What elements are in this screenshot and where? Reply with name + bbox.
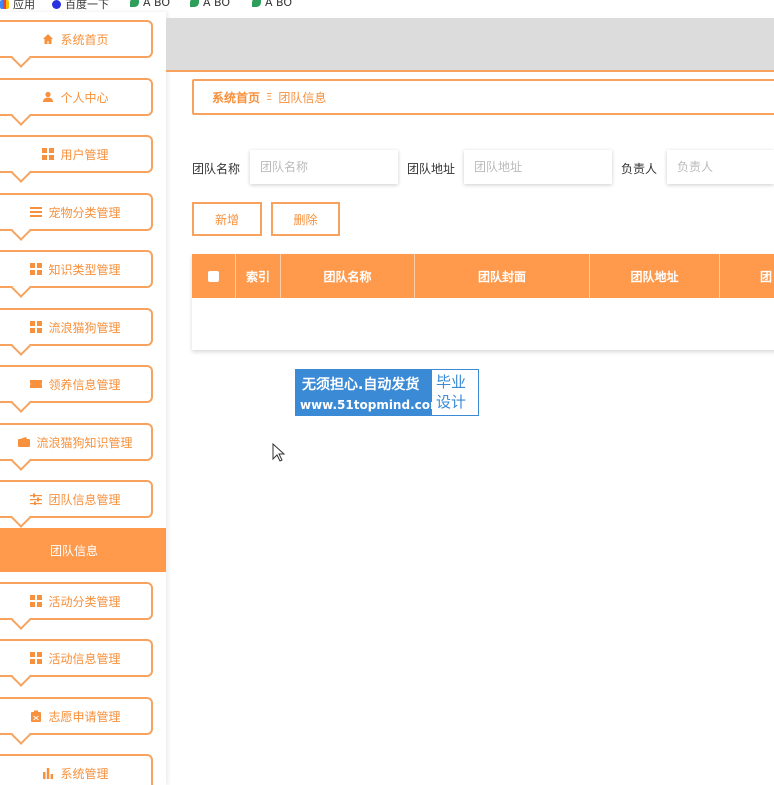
watermark-tag: 毕业 设计 [436, 372, 466, 412]
team-name-label: 团队名称 [192, 162, 241, 176]
bookmark-label: 应用 [13, 0, 35, 11]
leaf-icon [130, 0, 139, 7]
watermark-url: www.51topmind.com [300, 398, 443, 412]
apps-grid-icon [0, 0, 9, 9]
grid-icon [42, 148, 55, 160]
submenu-item-team-info[interactable]: 团队信息 [0, 528, 166, 572]
table-header: 索引 团队名称 团队封面 团队地址 团 [192, 254, 774, 298]
grid-icon [30, 321, 43, 333]
select-all-checkbox[interactable] [208, 270, 219, 282]
ticket-icon [30, 380, 43, 388]
watermark-left: 无须担心.自动发货 www.51topmind.com [296, 370, 443, 415]
sidebar-item-pet-knowledge[interactable]: 流浪猫狗知识管理 [0, 423, 153, 471]
sidebar-item-team-info[interactable]: 团队信息管理 [0, 480, 153, 528]
bookmark-baidu[interactable]: 百度一下 [52, 0, 109, 12]
team-table: 索引 团队名称 团队封面 团队地址 团 [192, 254, 774, 350]
watermark-tag2: 设计 [436, 393, 467, 411]
sidebar-item-label: 领养信息管理 [48, 377, 121, 392]
sidebar-item-stray-pets[interactable]: 流浪猫狗管理 [0, 308, 153, 356]
sidebar-item-knowledge-type[interactable]: 知识类型管理 [0, 250, 153, 298]
owner-label: 负责人 [621, 162, 658, 176]
sidebar-item-label: 用户管理 [60, 147, 109, 162]
column-header: 团 [760, 269, 773, 284]
team-address-input[interactable] [464, 150, 612, 184]
sidebar-item-label: 系统管理 [60, 766, 109, 781]
bookmarks-bar: 应用 百度一下 A BO A BO A BO [0, 0, 774, 12]
top-header [166, 18, 774, 70]
sidebar-item-label: 宠物分类管理 [48, 205, 121, 220]
sidebar-item-label: 流浪猫狗管理 [48, 320, 121, 335]
sidebar-item-label: 系统首页 [60, 32, 109, 47]
bookmark-abo-3[interactable]: A BO [252, 0, 292, 9]
sidebar-item-system[interactable]: 系统管理 [0, 754, 153, 785]
bookmark-label: 百度一下 [65, 0, 109, 11]
add-button[interactable]: 新增 [192, 202, 262, 236]
sidebar-item-volunteer[interactable]: 志愿申请管理 [0, 697, 153, 745]
watermark-badge: 无须担心.自动发货 www.51topmind.com 毕业 设计 [295, 369, 479, 416]
breadcrumb: 系统首页 Ξ 团队信息 [192, 79, 774, 115]
column-header: 索引 [236, 254, 281, 298]
mouse-cursor-icon [272, 443, 286, 462]
sliders-icon [30, 493, 43, 505]
sidebar-item-users[interactable]: 用户管理 [0, 135, 153, 183]
sidebar-item-home[interactable]: 系统首页 [0, 20, 153, 68]
sidebar: 系统首页 个人中心 用户管理 宠物分类管理 知识类型管理 流浪猫狗管理 领养信息… [0, 12, 166, 785]
column-header: 团队地址 [590, 254, 720, 298]
bookmark-abo-2[interactable]: A BO [190, 0, 230, 9]
leaf-icon [252, 0, 261, 7]
submenu-label: 团队信息 [50, 543, 99, 558]
wallet-icon [18, 437, 31, 447]
sidebar-item-activity-info[interactable]: 活动信息管理 [0, 639, 153, 687]
bookmark-apps[interactable]: 应用 [0, 0, 35, 12]
breadcrumb-separator: Ξ [266, 91, 273, 103]
sidebar-item-label: 个人中心 [60, 90, 109, 105]
user-icon [43, 91, 54, 102]
grid-icon [30, 263, 43, 275]
sidebar-item-pet-category[interactable]: 宠物分类管理 [0, 193, 153, 241]
bookmark-abo-1[interactable]: A BO [130, 0, 170, 9]
leaf-icon [190, 0, 199, 7]
column-header: 团队名称 [281, 254, 415, 298]
breadcrumb-home[interactable]: 系统首页 [212, 89, 260, 106]
bookmark-label: A BO [143, 0, 171, 9]
sidebar-item-label: 活动信息管理 [48, 651, 121, 666]
bookmark-label: A BO [265, 0, 293, 9]
delete-button[interactable]: 删除 [271, 202, 340, 236]
select-all-cell [192, 254, 236, 298]
sidebar-item-label: 志愿申请管理 [48, 709, 121, 724]
team-address-label: 团队地址 [407, 162, 456, 176]
sidebar-item-label: 流浪猫狗知识管理 [36, 435, 133, 450]
baidu-paw-icon [52, 0, 61, 9]
home-icon [43, 34, 54, 44]
column-header: 团队封面 [415, 254, 590, 298]
owner-input[interactable] [667, 150, 774, 184]
grid-icon [30, 595, 43, 607]
sidebar-item-label: 团队信息管理 [48, 492, 121, 507]
sidebar-item-label: 知识类型管理 [48, 262, 121, 277]
clipboard-icon [31, 710, 42, 722]
watermark-line1: 无须担心.自动发货 [302, 377, 420, 393]
team-name-input[interactable] [250, 150, 398, 184]
sidebar-item-adoption[interactable]: 领养信息管理 [0, 365, 153, 413]
bar-chart-icon [43, 768, 54, 779]
sidebar-item-profile[interactable]: 个人中心 [0, 78, 153, 126]
watermark-tag1: 毕业 [436, 373, 467, 391]
grid-icon [30, 652, 43, 664]
header-divider [166, 70, 774, 72]
sidebar-item-activity-category[interactable]: 活动分类管理 [0, 582, 153, 630]
bookmark-label: A BO [203, 0, 231, 9]
list-icon [30, 207, 43, 217]
breadcrumb-current: 团队信息 [278, 90, 327, 105]
sidebar-item-label: 活动分类管理 [48, 594, 121, 609]
